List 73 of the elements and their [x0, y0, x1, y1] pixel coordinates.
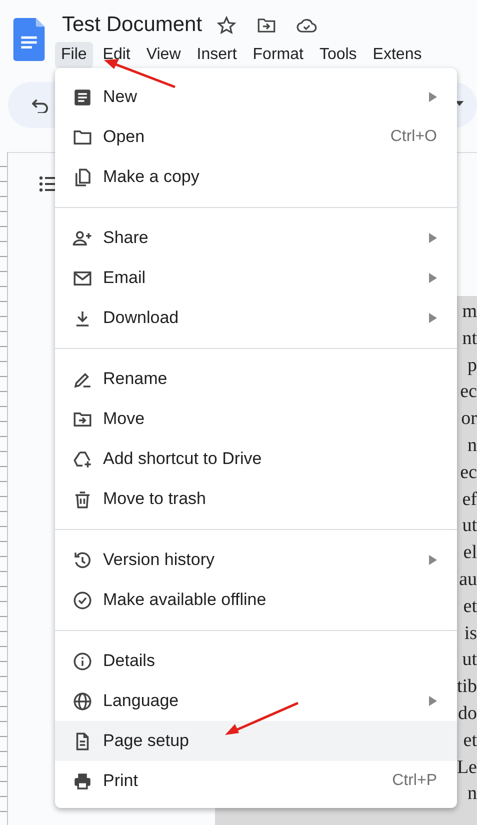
menu-bar-item[interactable]: File: [55, 42, 93, 68]
document-title[interactable]: Test Document: [62, 13, 202, 37]
menu-item-label: Share: [103, 228, 150, 248]
menu-item[interactable]: Version history: [55, 540, 457, 580]
shortcut-text: Ctrl+O: [390, 128, 437, 146]
document-text: ec: [460, 460, 477, 485]
menu-item[interactable]: Rename: [55, 359, 457, 399]
document-text: ut: [462, 514, 477, 538]
undo-icon[interactable]: [32, 98, 49, 112]
info-icon: [72, 650, 93, 672]
menu-item[interactable]: Email: [55, 258, 457, 298]
document-text: m: [462, 300, 477, 324]
menu-item[interactable]: Language: [55, 681, 457, 721]
menu-item-label: Version history: [103, 550, 216, 570]
menu-item[interactable]: New: [55, 77, 457, 117]
document-text: el: [463, 541, 477, 566]
document-text: n: [468, 434, 477, 458]
menu-item[interactable]: Make available offline: [55, 580, 457, 620]
menu-item-label: Move: [103, 409, 146, 429]
menu-item-label: New: [103, 87, 138, 107]
document-text: do: [458, 702, 477, 726]
menu-item-label: Open: [103, 127, 146, 147]
history-icon: [72, 550, 93, 570]
menu-item-label: Details: [103, 651, 156, 671]
menu-item-label: Make available offline: [103, 590, 268, 610]
document-text: ut: [462, 648, 477, 672]
menu-item[interactable]: Download: [55, 298, 457, 338]
menu-bar-item[interactable]: View: [140, 42, 187, 68]
menu-item-label: Make a copy: [103, 167, 200, 187]
menu-item[interactable]: Share: [55, 218, 457, 258]
menu-item[interactable]: Print Ctrl+P: [55, 761, 457, 801]
globe-icon: [72, 690, 93, 712]
document-icon: [72, 86, 93, 108]
document-text: et: [463, 594, 477, 619]
menu-item-label: Email: [103, 268, 147, 288]
printer-icon: [72, 770, 93, 792]
menu-bar-item[interactable]: Extens: [366, 42, 428, 68]
document-text: is: [464, 622, 477, 646]
document-text: Le: [456, 756, 477, 780]
annotation-arrow: [104, 59, 176, 88]
menu-item-label: Move to trash: [103, 489, 207, 509]
document-text: or: [461, 407, 477, 432]
document-text: et: [463, 728, 477, 753]
menu-bar-item[interactable]: Format: [246, 42, 310, 68]
star-icon[interactable]: [216, 14, 238, 36]
menu-item-label: Add shortcut to Drive: [103, 449, 263, 469]
menu-item-label: Language: [103, 691, 180, 711]
menu-item[interactable]: Open Ctrl+O: [55, 117, 457, 157]
triangle-plus-icon: [72, 448, 93, 470]
menu-bar-item[interactable]: Tools: [313, 42, 363, 68]
document-text: n: [468, 782, 477, 806]
menu-item[interactable]: Make a copy: [55, 157, 457, 197]
menu-item-label: Rename: [103, 369, 168, 389]
document-text: ec: [460, 380, 477, 404]
document-text: au: [459, 568, 477, 592]
check-circle-icon: [72, 590, 93, 610]
docs-logo-icon[interactable]: [13, 18, 45, 61]
document-text: ef: [462, 488, 477, 512]
menu-item-label: Print: [103, 771, 139, 791]
menu-item[interactable]: Details: [55, 641, 457, 681]
document-text: p: [468, 354, 477, 378]
menu-item[interactable]: Move to trash: [55, 479, 457, 519]
menu-bar-item[interactable]: Insert: [190, 42, 243, 68]
menu-item-label: Page setup: [103, 731, 190, 751]
menu-item[interactable]: Move: [55, 399, 457, 439]
document-text: tib: [456, 675, 477, 700]
caret-icon[interactable]: [455, 101, 464, 106]
menu-item[interactable]: Add shortcut to Drive: [55, 439, 457, 479]
menu-item[interactable]: Page setup: [55, 721, 457, 761]
menu-bar-item[interactable]: Edit: [96, 42, 136, 68]
shortcut-text: Ctrl+P: [392, 772, 437, 790]
menu-item-label: Download: [103, 308, 180, 328]
document-text: nt: [462, 326, 477, 351]
